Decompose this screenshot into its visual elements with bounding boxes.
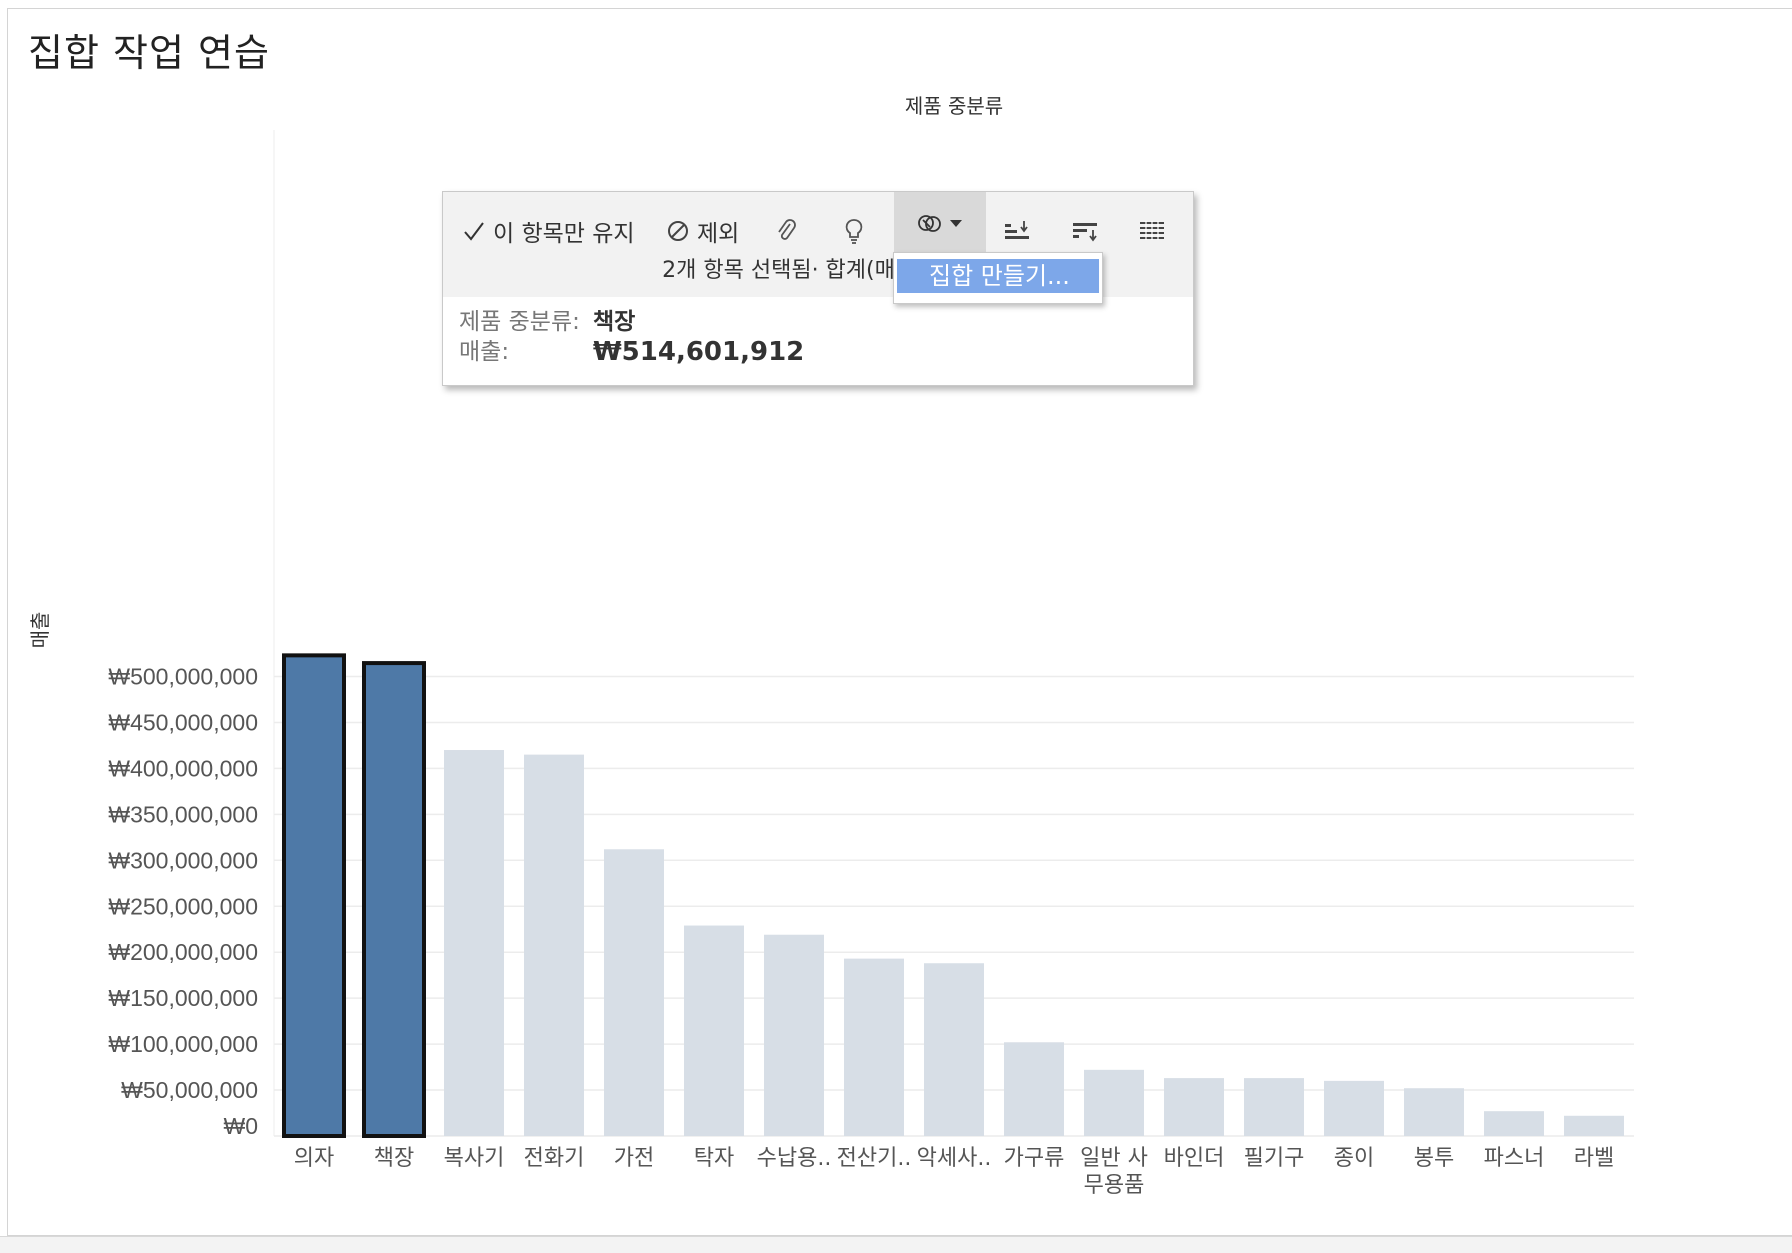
x-category-label[interactable]: 무용품 (1084, 1173, 1145, 1198)
group-members-button[interactable] (775, 206, 797, 256)
x-category-label[interactable]: 의자 (294, 1146, 334, 1171)
y-tick-label: ₩50,000,000 (121, 1077, 258, 1103)
measure-value: ₩514,601,912 (593, 337, 805, 367)
x-category-label[interactable]: 일반 사 (1080, 1146, 1148, 1171)
keep-only-button[interactable]: 이 항목만 유지 (463, 206, 635, 256)
keep-only-label: 이 항목만 유지 (493, 221, 635, 247)
sort-descending-icon (1071, 219, 1099, 243)
bar[interactable] (1244, 1078, 1304, 1136)
view-data-button[interactable] (1139, 206, 1165, 256)
paperclip-icon (775, 218, 797, 244)
x-category-label[interactable]: 탁자 (694, 1146, 734, 1171)
measure-label: 매출: (459, 339, 510, 365)
y-tick-label: ₩200,000,000 (108, 939, 258, 965)
bar[interactable] (362, 661, 426, 1139)
bar[interactable] (1564, 1115, 1624, 1136)
bar-chart: ₩0 ₩50,000,000 ₩100,000,000 ₩150,000,000 ₩20… (28, 94, 1634, 1198)
y-tick-label: ₩300,000,000 (108, 847, 258, 873)
x-category-label[interactable]: 복사기 (444, 1146, 505, 1171)
bar[interactable] (684, 925, 744, 1136)
sheet-tabs-strip (0, 1236, 1792, 1253)
y-tick-label: ₩400,000,000 (108, 755, 258, 781)
y-tick-label: ₩350,000,000 (108, 801, 258, 827)
explain-data-button[interactable] (844, 206, 864, 256)
x-category-label[interactable]: 파스너 (1484, 1146, 1545, 1171)
checkmark-icon (463, 220, 485, 242)
bar[interactable] (1404, 1088, 1464, 1136)
linked-circles-icon (917, 211, 943, 235)
field-label: 제품 중분류: (459, 309, 580, 335)
bar[interactable] (1004, 1042, 1064, 1136)
bar[interactable] (1484, 1111, 1544, 1136)
x-category-label[interactable]: 봉투 (1414, 1146, 1454, 1171)
y-axis-title: 매출 (28, 612, 52, 649)
y-tick-label: ₩0 (224, 1113, 259, 1139)
lightbulb-icon (844, 218, 864, 244)
x-category-label[interactable]: 가전 (614, 1146, 654, 1171)
bar[interactable] (444, 750, 504, 1136)
bar[interactable] (604, 849, 664, 1136)
y-tick-label: ₩100,000,000 (108, 1031, 258, 1057)
view-data-icon (1139, 220, 1165, 242)
bar[interactable] (1164, 1078, 1224, 1136)
x-category-label[interactable]: 가구류 (1004, 1146, 1065, 1171)
exclude-label: 제외 (697, 221, 740, 247)
bar[interactable] (844, 958, 904, 1136)
x-category-label[interactable]: 악세사.. (917, 1146, 992, 1171)
y-tick-label: ₩450,000,000 (108, 709, 258, 735)
exclude-button[interactable]: 제외 (667, 206, 739, 256)
create-set-menu-item[interactable]: 집합 만들기... (897, 259, 1099, 293)
bars (282, 653, 1624, 1139)
x-category-label[interactable]: 전산기.. (837, 1146, 912, 1171)
x-category-label[interactable]: 책장 (374, 1146, 414, 1171)
x-category-label[interactable]: 전화기 (524, 1146, 585, 1171)
y-axis-ticks: ₩0 ₩50,000,000 ₩100,000,000 ₩150,000,000 ₩20… (108, 664, 258, 1140)
sort-descending-button[interactable] (1071, 206, 1099, 256)
exclude-icon (667, 220, 689, 242)
x-category-label[interactable]: 라벨 (1574, 1146, 1614, 1171)
x-axis-categories: 의자 책장 복사기 전화기 가전 탁자 수납용.. 전산기.. 악세사.. 가구류 일반 사무용품 바… (294, 1146, 1614, 1198)
sets-menu-button[interactable] (894, 192, 986, 254)
bar[interactable] (1324, 1080, 1384, 1136)
x-category-label[interactable]: 바인더 (1164, 1146, 1225, 1171)
y-tick-label: ₩150,000,000 (108, 985, 258, 1011)
sort-ascending-icon (1003, 219, 1031, 243)
bar[interactable] (764, 934, 824, 1136)
tooltip-details: 제품 중분류: 책장 매출: ₩514,601,912 (459, 307, 804, 367)
y-tick-label: ₩500,000,000 (108, 664, 258, 690)
y-tick-label: ₩250,000,000 (108, 893, 258, 919)
bar[interactable] (524, 754, 584, 1136)
field-value: 책장 (593, 309, 636, 335)
bar[interactable] (282, 653, 346, 1138)
x-category-label[interactable]: 수납용.. (757, 1146, 832, 1171)
x-category-label[interactable]: 종이 (1334, 1146, 1374, 1171)
x-category-label[interactable]: 필기구 (1244, 1146, 1305, 1171)
sort-ascending-button[interactable] (1003, 206, 1031, 256)
column-header: 제품 중분류 (905, 94, 1003, 118)
bar[interactable] (924, 963, 984, 1136)
bar[interactable] (1084, 1069, 1144, 1136)
sets-dropdown-menu: 집합 만들기... (893, 252, 1103, 304)
caret-down-icon (949, 218, 963, 228)
